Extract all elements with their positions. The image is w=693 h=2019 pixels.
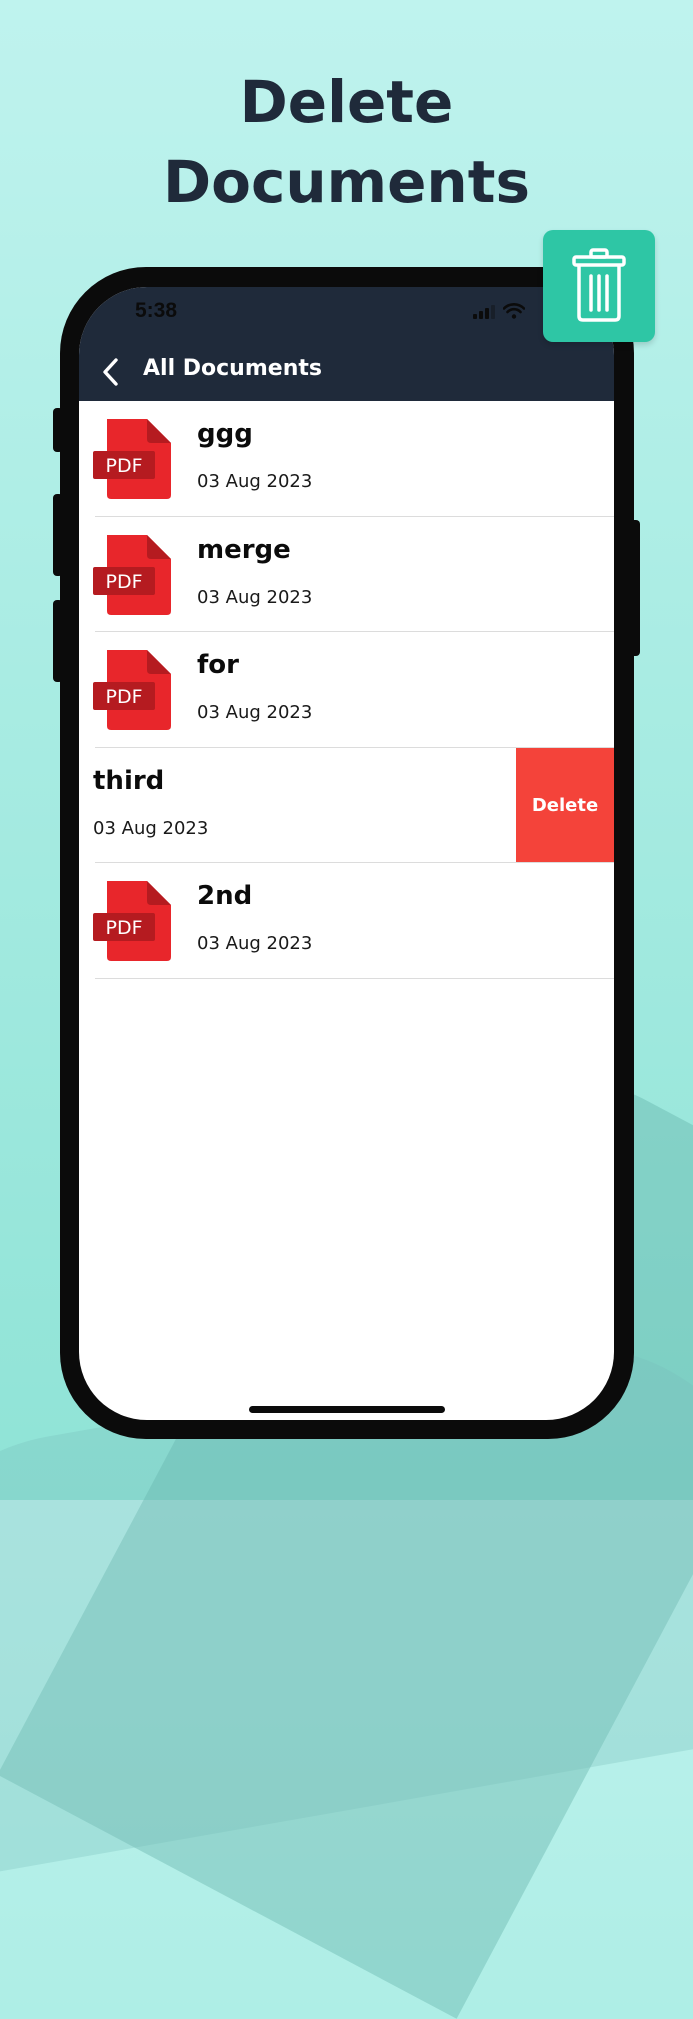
- cellular-signal-icon: [473, 303, 495, 319]
- document-list: PDF ggg 03 Aug 2023 PDF merge 03 Aug 202…: [79, 401, 614, 979]
- pdf-icon-label: PDF: [105, 917, 142, 939]
- headline-line-2: Documents: [163, 148, 530, 216]
- nav-row: All Documents: [79, 353, 614, 393]
- headline-line-1: Delete: [239, 68, 454, 136]
- pdf-icon-label: PDF: [105, 686, 142, 708]
- pdf-file-icon: PDF: [93, 650, 171, 730]
- home-indicator: [249, 1406, 445, 1413]
- wifi-icon: [503, 303, 525, 319]
- app-bar: 5:38 All Documents: [79, 287, 614, 401]
- document-date: 03 Aug 2023: [197, 586, 313, 608]
- delete-button[interactable]: Delete: [516, 747, 614, 863]
- document-name: for: [197, 650, 239, 680]
- document-row[interactable]: PDF for 03 Aug 2023: [79, 632, 614, 748]
- promo-headline: Delete Documents: [0, 62, 693, 222]
- document-row[interactable]: PDF ggg 03 Aug 2023: [79, 401, 614, 517]
- document-date: 03 Aug 2023: [197, 702, 313, 723]
- trash-icon: [572, 248, 626, 322]
- document-row[interactable]: PDF merge 03 Aug 2023: [79, 517, 614, 632]
- status-icons: [473, 303, 525, 319]
- document-name: ggg: [197, 419, 253, 449]
- pdf-file-icon: PDF: [93, 534, 171, 615]
- back-button[interactable]: [95, 355, 125, 389]
- document-date: 03 Aug 2023: [197, 933, 313, 954]
- status-time: 5:38: [135, 299, 178, 322]
- trash-badge: [543, 230, 655, 342]
- pdf-icon-label: PDF: [105, 455, 142, 477]
- pdf-file-icon: PDF: [93, 881, 171, 961]
- page-title: All Documents: [143, 356, 322, 381]
- pdf-icon-label: PDF: [105, 571, 142, 593]
- document-name: merge: [197, 534, 291, 565]
- phone-screen: 5:38 All Documents PDF ggg 03 Aug 2023 P…: [79, 287, 614, 1420]
- document-date: 03 Aug 2023: [197, 471, 313, 492]
- document-row-swiped[interactable]: third 03 Aug 2023 Delete: [79, 747, 614, 863]
- pdf-file-icon: PDF: [93, 419, 171, 499]
- document-name: 2nd: [197, 881, 253, 911]
- document-date: 03 Aug 2023: [93, 817, 209, 839]
- chevron-left-icon: [103, 358, 118, 386]
- row-divider: [95, 977, 614, 979]
- document-row[interactable]: PDF 2nd 03 Aug 2023: [79, 863, 614, 979]
- document-name: third: [93, 765, 165, 796]
